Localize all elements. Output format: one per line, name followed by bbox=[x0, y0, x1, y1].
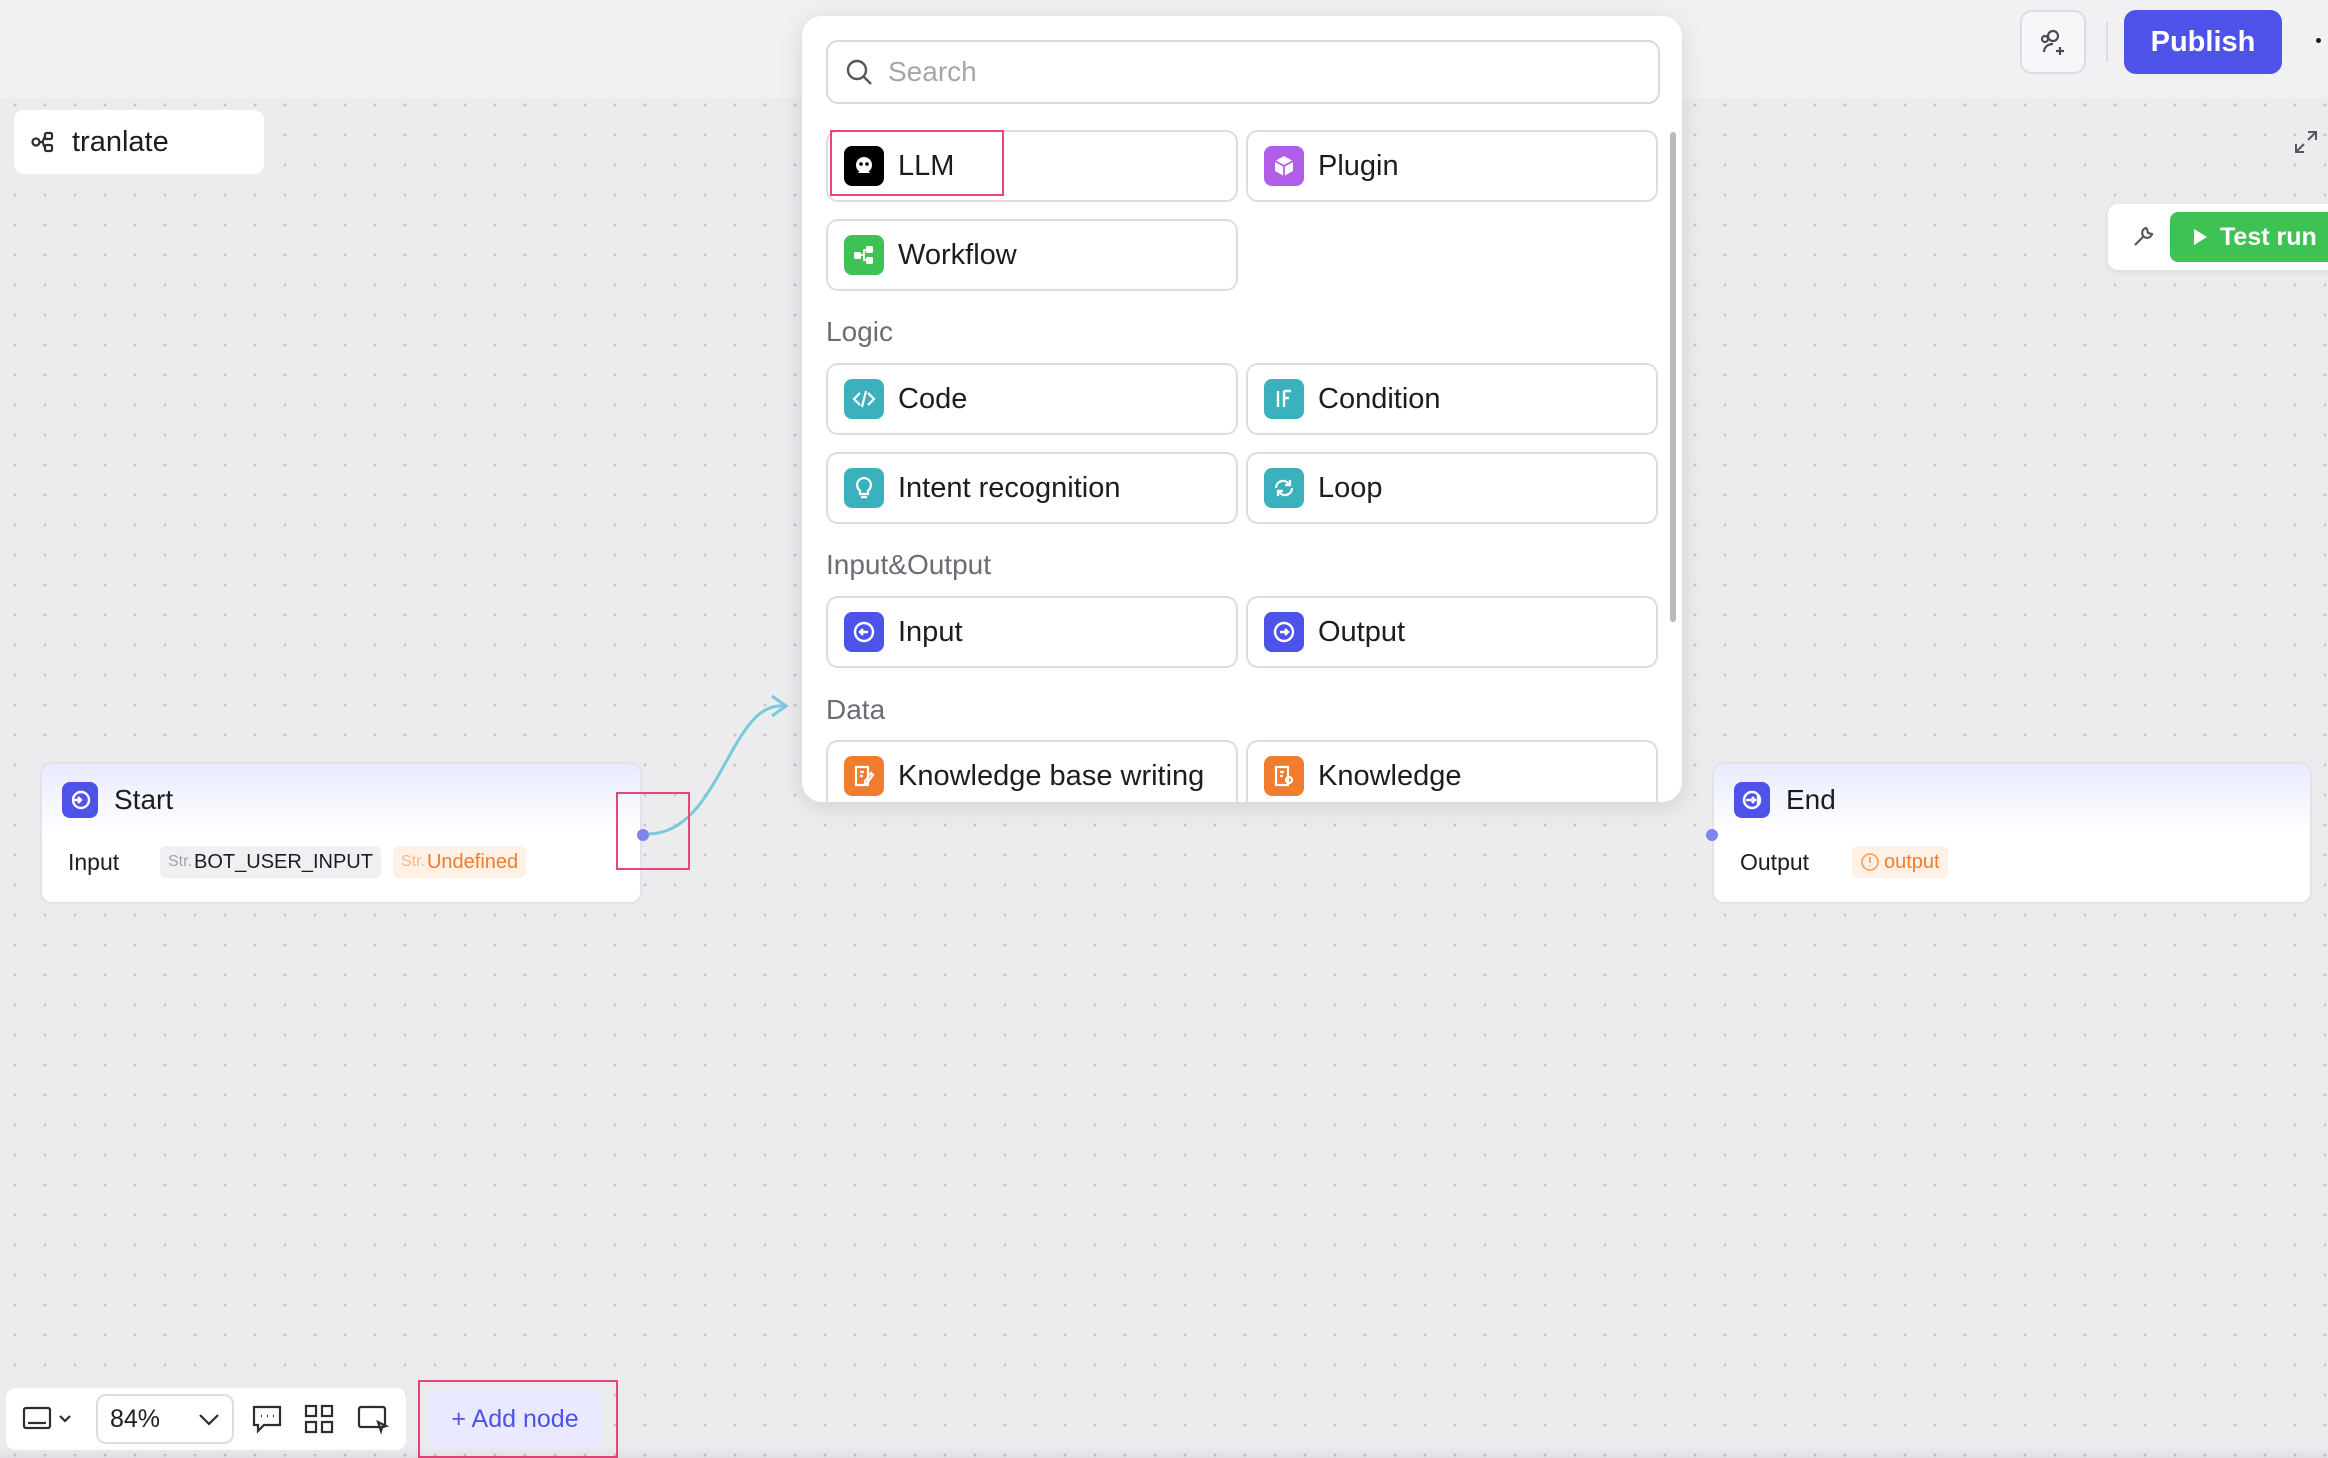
output-icon bbox=[1264, 612, 1304, 652]
start-input-label: Input bbox=[68, 848, 120, 875]
minimap-icon[interactable] bbox=[356, 1402, 390, 1436]
code-icon bbox=[844, 379, 884, 419]
picker-item-plugin[interactable]: Plugin bbox=[1246, 130, 1658, 202]
section-logic: Logic bbox=[826, 316, 893, 347]
knowledge-icon bbox=[1264, 756, 1304, 796]
bottom-edge bbox=[0, 1446, 2328, 1458]
section-input-output: Input&Output bbox=[826, 549, 992, 580]
auto-layout-icon[interactable] bbox=[302, 1402, 336, 1436]
picker-item-knowledge-base-writing[interactable]: Knowledge base writing bbox=[826, 740, 1238, 802]
publish-button[interactable]: Publish bbox=[2124, 10, 2282, 74]
picker-item-label: Output bbox=[1318, 615, 1406, 648]
warning-icon bbox=[1861, 853, 1879, 871]
add-collaborator-icon bbox=[2040, 29, 2064, 55]
workflow-title: tranlate bbox=[72, 125, 169, 158]
picker-item-label: Plugin bbox=[1318, 149, 1399, 182]
condition-icon bbox=[1264, 379, 1304, 419]
start-type-value: Undefined bbox=[426, 850, 519, 873]
picker-item-label: Condition bbox=[1318, 382, 1441, 415]
intent-icon bbox=[844, 468, 884, 508]
search-input[interactable] bbox=[888, 56, 1588, 88]
wrench-icon[interactable] bbox=[2128, 222, 2158, 252]
start-node-title: Start bbox=[114, 784, 174, 815]
picker-scrollbar[interactable] bbox=[1670, 132, 1676, 622]
llm-highlight-box bbox=[830, 130, 1004, 196]
comment-icon[interactable] bbox=[250, 1402, 284, 1436]
play-icon bbox=[2194, 229, 2207, 245]
topbar-divider bbox=[2106, 22, 2108, 62]
picker-item-label: Knowledge bbox=[1318, 759, 1462, 792]
end-input-port[interactable] bbox=[1706, 829, 1718, 841]
picker-item-workflow[interactable]: Workflow bbox=[826, 219, 1238, 291]
zoom-value: 84% bbox=[110, 1404, 161, 1433]
picker-item-knowledge[interactable]: Knowledge bbox=[1246, 740, 1658, 802]
chevron-down-icon bbox=[199, 1414, 219, 1426]
picker-item-intent-recognition[interactable]: Intent recognition bbox=[826, 452, 1238, 524]
add-collaborator-button[interactable] bbox=[2020, 10, 2086, 74]
picker-item-label: Code bbox=[898, 382, 968, 415]
test-run-panel: Test run bbox=[2108, 204, 2328, 270]
end-node-icon bbox=[1734, 782, 1770, 818]
port-highlight-box bbox=[616, 792, 690, 870]
workflow-node-icon bbox=[844, 235, 884, 275]
search-box[interactable] bbox=[826, 40, 1660, 104]
knowledge-write-icon bbox=[844, 756, 884, 796]
picker-item-output[interactable]: Output bbox=[1246, 596, 1658, 668]
zoom-select[interactable]: 84% bbox=[96, 1394, 234, 1444]
start-var-name: BOT_USER_INPUT bbox=[194, 850, 373, 873]
input-icon bbox=[844, 612, 884, 652]
picker-item-code[interactable]: Code bbox=[826, 363, 1238, 435]
end-node-title: End bbox=[1786, 784, 1836, 815]
end-output-label: Output bbox=[1740, 848, 1810, 875]
start-var-tag: Str. BOT_USER_INPUT bbox=[160, 846, 381, 878]
picker-item-loop[interactable]: Loop bbox=[1246, 452, 1658, 524]
start-type-tag: Str. Undefined bbox=[392, 846, 527, 878]
plugin-icon bbox=[1264, 146, 1304, 186]
type-prefix: Str. bbox=[400, 853, 425, 870]
workflow-icon bbox=[31, 131, 54, 153]
picker-item-label: Intent recognition bbox=[898, 471, 1121, 504]
more-icon[interactable] bbox=[2316, 38, 2321, 43]
layout-icon[interactable] bbox=[22, 1404, 76, 1434]
test-run-button[interactable]: Test run bbox=[2170, 212, 2328, 262]
bottom-toolbar: 84% bbox=[6, 1388, 406, 1450]
start-node-icon bbox=[62, 782, 98, 818]
expand-icon[interactable] bbox=[2292, 128, 2320, 156]
picker-item-label: Loop bbox=[1318, 471, 1383, 504]
workflow-title-card[interactable]: tranlate bbox=[14, 110, 264, 174]
end-output-warning-tag: output bbox=[1852, 846, 1948, 878]
section-data: Data bbox=[826, 694, 886, 725]
picker-item-condition[interactable]: Condition bbox=[1246, 363, 1658, 435]
picker-item-label: Knowledge base writing bbox=[898, 759, 1205, 792]
end-output-value: output bbox=[1884, 850, 1940, 873]
test-run-label: Test run bbox=[2220, 222, 2317, 251]
var-type-prefix: Str. bbox=[168, 853, 193, 870]
search-icon bbox=[846, 59, 872, 85]
picker-item-label: Workflow bbox=[898, 238, 1017, 271]
end-node[interactable]: End Output output bbox=[1712, 762, 2312, 904]
picker-item-label: Input bbox=[898, 615, 963, 648]
loop-icon bbox=[1264, 468, 1304, 508]
start-node[interactable]: Start Input Str. BOT_USER_INPUT Str. Undef… bbox=[40, 762, 642, 904]
picker-item-input[interactable]: Input bbox=[826, 596, 1238, 668]
